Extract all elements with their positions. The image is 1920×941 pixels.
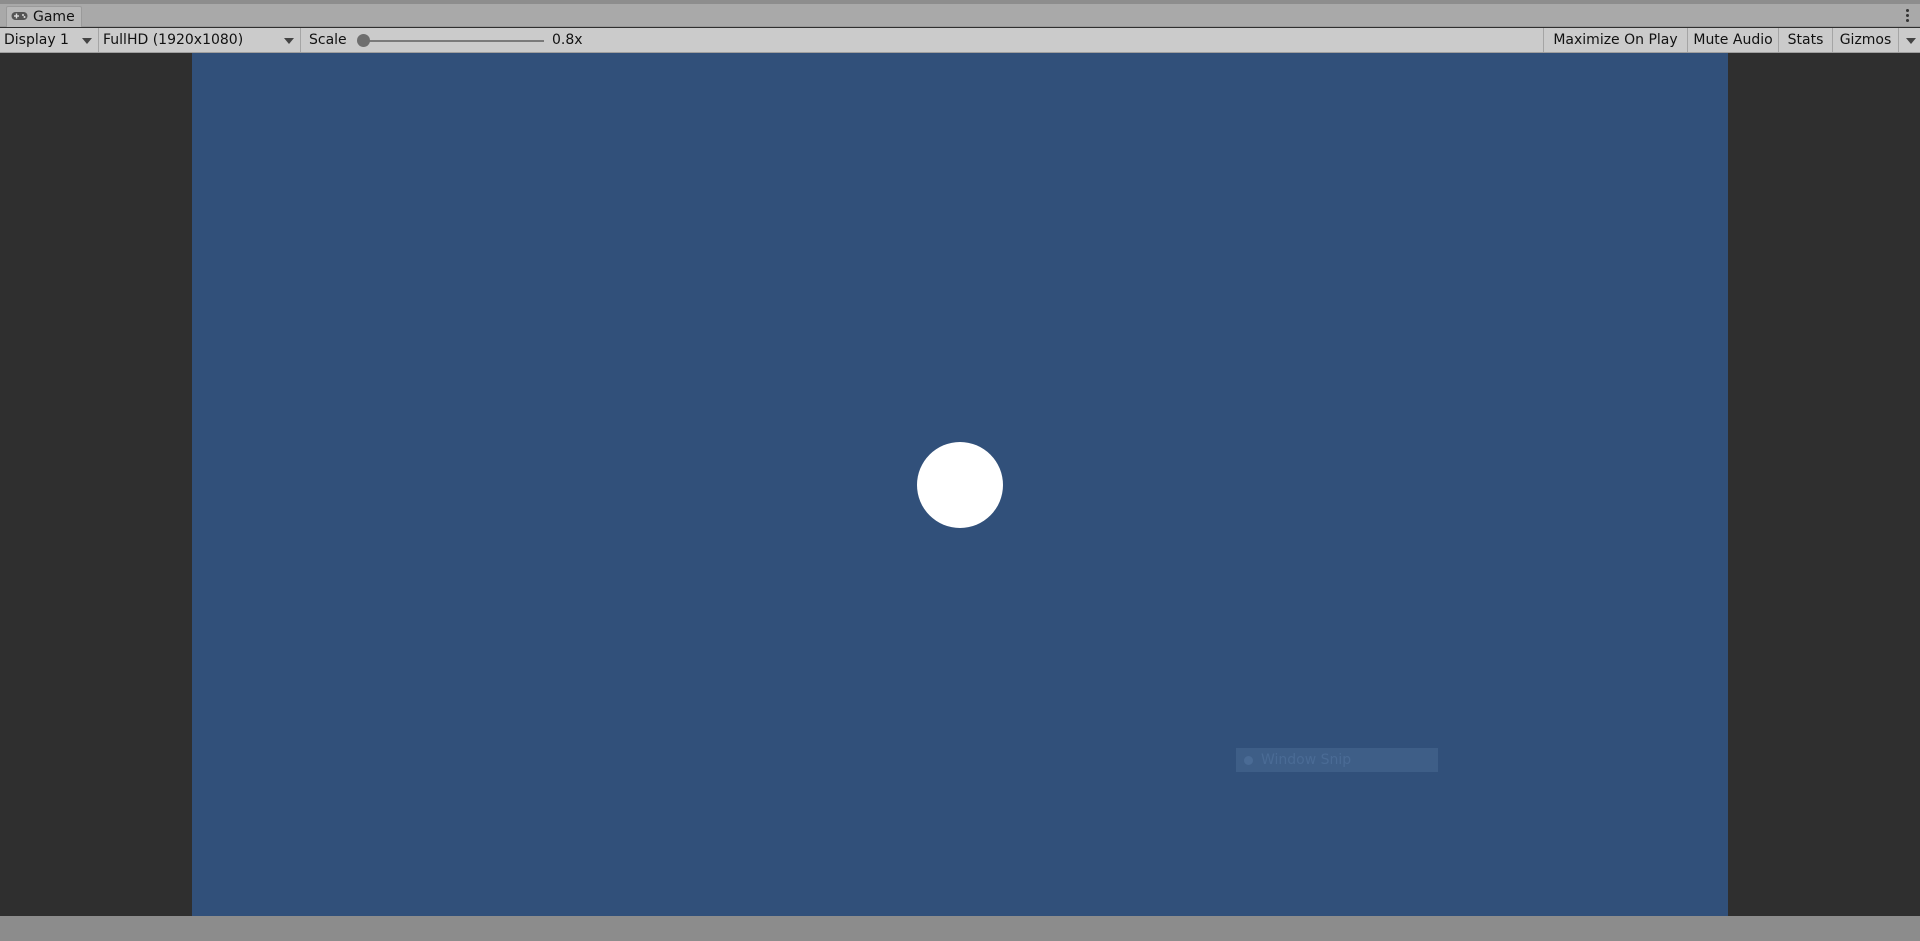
display-dropdown[interactable]: Display 1 — [0, 28, 99, 52]
tab-bar: Game — [0, 4, 1920, 27]
window-snip-label: Window Snip — [1261, 752, 1352, 768]
scale-slider-thumb[interactable] — [357, 34, 370, 47]
stats-label: Stats — [1787, 32, 1824, 48]
scale-slider-track[interactable] — [362, 40, 544, 42]
tab-game[interactable]: Game — [6, 6, 82, 27]
mute-audio-label: Mute Audio — [1693, 32, 1773, 48]
resolution-dropdown[interactable]: FullHD (1920x1080) — [99, 28, 301, 52]
snip-dot-icon — [1244, 755, 1253, 765]
kebab-menu-icon[interactable] — [1900, 7, 1914, 24]
chevron-down-icon — [284, 38, 294, 44]
status-bar — [0, 916, 1920, 941]
resolution-dropdown-label: FullHD (1920x1080) — [103, 32, 244, 48]
maximize-on-play-label: Maximize On Play — [1553, 32, 1678, 48]
scale-value: 0.8x — [552, 32, 583, 48]
gizmos-label: Gizmos — [1839, 32, 1892, 48]
game-toolbar: Display 1 FullHD (1920x1080) Scale 0.8x … — [0, 28, 1920, 53]
chevron-down-icon — [1906, 38, 1916, 44]
window-snip-overlay: Window Snip — [1236, 748, 1438, 772]
gamepad-icon — [11, 9, 28, 25]
chevron-down-icon — [82, 38, 92, 44]
game-render-area[interactable]: Window Snip — [192, 53, 1728, 916]
mute-audio-button[interactable]: Mute Audio — [1687, 28, 1778, 52]
display-dropdown-label: Display 1 — [4, 32, 69, 48]
tab-title: Game — [33, 9, 75, 25]
maximize-on-play-button[interactable]: Maximize On Play — [1543, 28, 1687, 52]
scale-label: Scale — [309, 32, 347, 48]
game-viewport[interactable]: Window Snip — [0, 53, 1920, 916]
gizmos-dropdown[interactable] — [1898, 28, 1920, 52]
stats-button[interactable]: Stats — [1778, 28, 1832, 52]
gizmos-button[interactable]: Gizmos — [1832, 28, 1898, 52]
white-circle-sprite — [917, 442, 1003, 528]
